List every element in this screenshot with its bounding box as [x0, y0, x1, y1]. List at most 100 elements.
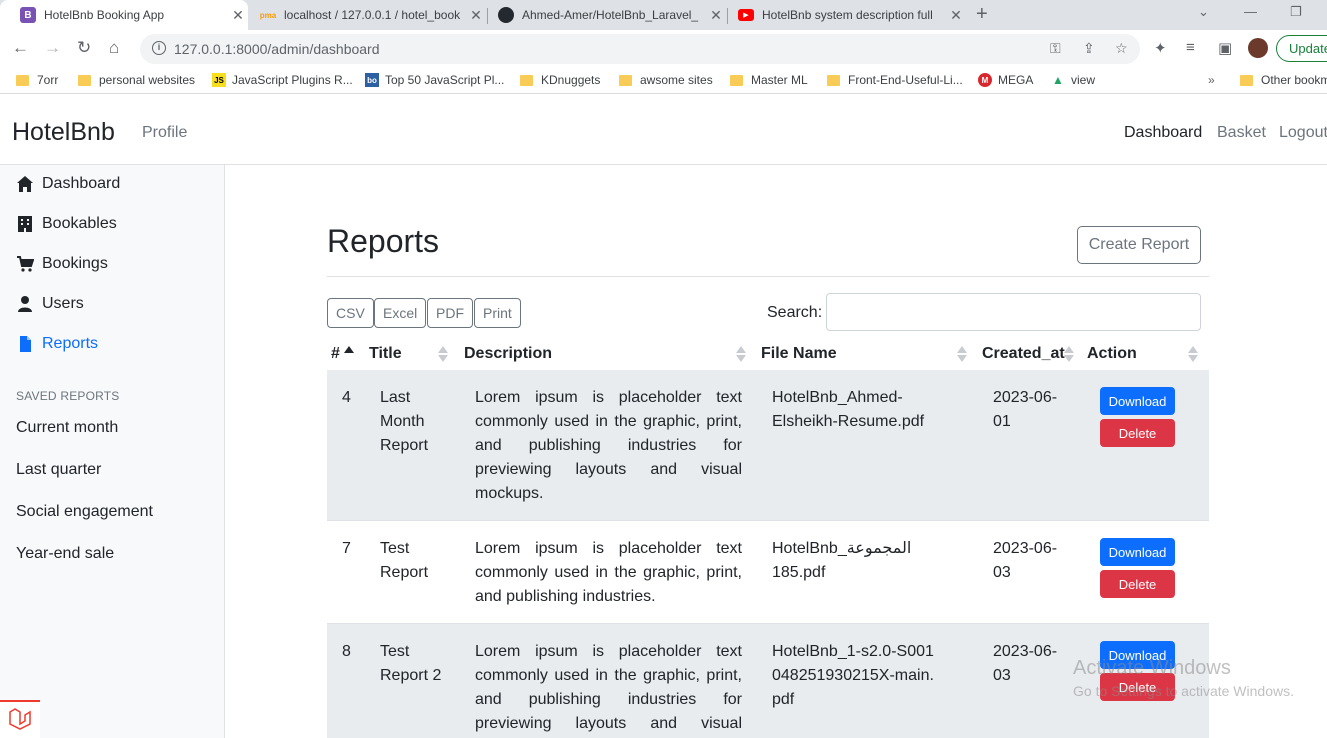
export-excel-button[interactable]: Excel [374, 298, 427, 328]
browser-tab-youtube[interactable]: ▶ HotelBnb system description full ✕ [728, 0, 966, 30]
sidebar-item-reports[interactable]: Reports [16, 335, 98, 353]
brand-logo[interactable]: HotelBnb [12, 118, 115, 147]
browser-tab-hotelbnb[interactable]: B HotelBnb Booking App ✕ [0, 0, 248, 30]
bookmarks-bar: 7orr personal websites JS JavaScript Plug… [0, 68, 1327, 94]
site-info-icon[interactable]: i [152, 41, 166, 55]
row-created-at: 2023-06-01 [993, 389, 1058, 430]
row-file-name: HotelBnb_1-s2.0-S001048251930215X-main.p… [772, 643, 934, 708]
folder-icon [619, 74, 632, 86]
row-description: Lorem ipsum is placeholder text commonly… [475, 389, 742, 502]
row-id: 8 [342, 643, 351, 660]
column-header-id[interactable]: # [331, 345, 340, 363]
new-tab-icon[interactable]: + [976, 3, 988, 26]
extensions-icon[interactable]: ✦ [1154, 39, 1167, 57]
file-icon [20, 336, 31, 352]
bookmark-item[interactable]: personal websites [78, 73, 195, 87]
activate-windows-watermark: Activate Windows [1073, 657, 1231, 679]
restore-icon[interactable]: ❐ [1290, 4, 1302, 20]
laravel-debugbar[interactable] [0, 700, 40, 738]
bookmark-item[interactable]: ▲ view [1051, 73, 1095, 87]
tab-title: HotelBnb Booking App [44, 8, 165, 22]
download-button[interactable]: Download [1100, 538, 1175, 566]
column-header-file-name[interactable]: File Name [761, 345, 837, 363]
sort-icon[interactable] [736, 346, 746, 362]
folder-icon [520, 74, 533, 86]
delete-button[interactable]: Delete [1100, 570, 1175, 598]
saved-report-link[interactable]: Last quarter [16, 461, 101, 479]
column-header-action[interactable]: Action [1087, 345, 1137, 363]
column-header-created-at[interactable]: Created_at [982, 345, 1065, 363]
sort-icon[interactable] [1188, 346, 1198, 362]
back-arrow-icon[interactable]: ← [12, 38, 29, 58]
saved-report-link[interactable]: Social engagement [16, 503, 153, 521]
reload-icon[interactable]: ↻ [77, 38, 91, 58]
sort-icon[interactable] [344, 346, 354, 362]
sidebar-item-users[interactable]: Users [16, 295, 84, 313]
bookmark-item[interactable]: KDnuggets [520, 73, 600, 87]
forward-arrow-icon[interactable]: → [44, 38, 61, 58]
close-tab-icon[interactable]: ✕ [946, 7, 966, 24]
profile-avatar[interactable] [1248, 38, 1268, 58]
update-button[interactable]: Update [1276, 35, 1327, 62]
export-pdf-button[interactable]: PDF [427, 298, 473, 328]
folder-icon [827, 74, 840, 86]
row-file-name: HotelBnb_المجموعة 185.pdf [772, 540, 912, 581]
row-file-name: HotelBnb_Ahmed-Elsheikh-Resume.pdf [772, 389, 925, 430]
create-report-button[interactable]: Create Report [1077, 226, 1201, 264]
sidebar-item-label: Reports [42, 335, 99, 352]
google-drive-icon: ▲ [1052, 73, 1064, 87]
share-icon[interactable]: ⇪ [1083, 40, 1095, 57]
bookmark-item[interactable]: bo Top 50 JavaScript Pl... [365, 73, 504, 87]
title-divider [327, 276, 1209, 277]
saved-report-link[interactable]: Current month [16, 419, 118, 437]
column-header-title[interactable]: Title [369, 345, 402, 363]
delete-button[interactable]: Delete [1100, 419, 1175, 447]
browser-tab-github[interactable]: Ahmed-Amer/HotelBnb_Laravel_ ✕ [488, 0, 726, 30]
nav-profile-link[interactable]: Profile [142, 124, 187, 142]
export-csv-button[interactable]: CSV [327, 298, 374, 328]
home-button-icon[interactable]: ⌂ [109, 38, 119, 58]
media-controls-icon[interactable]: ≡ [1186, 39, 1195, 56]
bookmark-item[interactable]: awsome sites [619, 73, 713, 87]
other-bookmarks[interactable]: Other bookm [1240, 73, 1327, 87]
key-icon[interactable]: ⚿ [1050, 40, 1061, 57]
download-button[interactable]: Download [1100, 387, 1175, 415]
sidebar-item-label: Bookings [42, 255, 108, 272]
bookmark-item[interactable]: 7orr [16, 73, 58, 87]
bookmark-item[interactable]: M MEGA [978, 73, 1033, 87]
nav-dashboard-link[interactable]: Dashboard [1124, 124, 1202, 142]
nav-basket-link[interactable]: Basket [1217, 124, 1266, 142]
bookmark-item[interactable]: Front-End-Useful-Li... [827, 73, 963, 87]
print-button[interactable]: Print [474, 298, 521, 328]
more-bookmarks-icon[interactable]: » [1208, 73, 1215, 87]
bo-icon: bo [365, 73, 379, 87]
bookmark-item[interactable]: JS JavaScript Plugins R... [212, 73, 353, 87]
bookmark-star-icon[interactable]: ☆ [1115, 40, 1128, 57]
nav-logout-link[interactable]: Logout [1279, 124, 1327, 142]
sidebar-item-bookings[interactable]: Bookings [16, 255, 108, 273]
close-tab-icon[interactable]: ✕ [466, 7, 486, 24]
row-description: Lorem ipsum is placeholder text commonly… [475, 643, 742, 732]
close-tab-icon[interactable]: ✕ [228, 7, 248, 24]
side-panel-icon[interactable]: ▣ [1218, 39, 1232, 57]
table-row [327, 624, 1209, 738]
sort-icon[interactable] [1064, 346, 1074, 362]
bookmark-item[interactable]: Master ML [730, 73, 808, 87]
close-tab-icon[interactable]: ✕ [706, 7, 726, 24]
sort-icon[interactable] [438, 346, 448, 362]
cart-icon [17, 256, 34, 272]
saved-report-link[interactable]: Year-end sale [16, 545, 114, 563]
tab-search-chevron-icon[interactable]: ⌄ [1198, 4, 1209, 20]
browser-tabstrip: B HotelBnb Booking App ✕ pma localhost /… [0, 0, 1327, 30]
address-bar[interactable]: i 127.0.0.1:8000/admin/dashboard ⚿ ⇪ ☆ [140, 34, 1140, 64]
sidebar-item-bookables[interactable]: Bookables [16, 215, 117, 233]
sort-icon[interactable] [957, 346, 967, 362]
browser-tab-phpmyadmin[interactable]: pma localhost / 127.0.0.1 / hotel_book ✕ [248, 0, 486, 30]
column-header-description[interactable]: Description [464, 345, 552, 363]
url-text[interactable]: 127.0.0.1:8000/admin/dashboard [174, 41, 380, 57]
row-id: 7 [342, 540, 351, 557]
search-input[interactable] [826, 293, 1201, 331]
sidebar-item-dashboard[interactable]: Dashboard [16, 175, 120, 193]
saved-reports-heading: SAVED REPORTS [16, 389, 120, 403]
minimize-icon[interactable]: — [1244, 4, 1257, 19]
